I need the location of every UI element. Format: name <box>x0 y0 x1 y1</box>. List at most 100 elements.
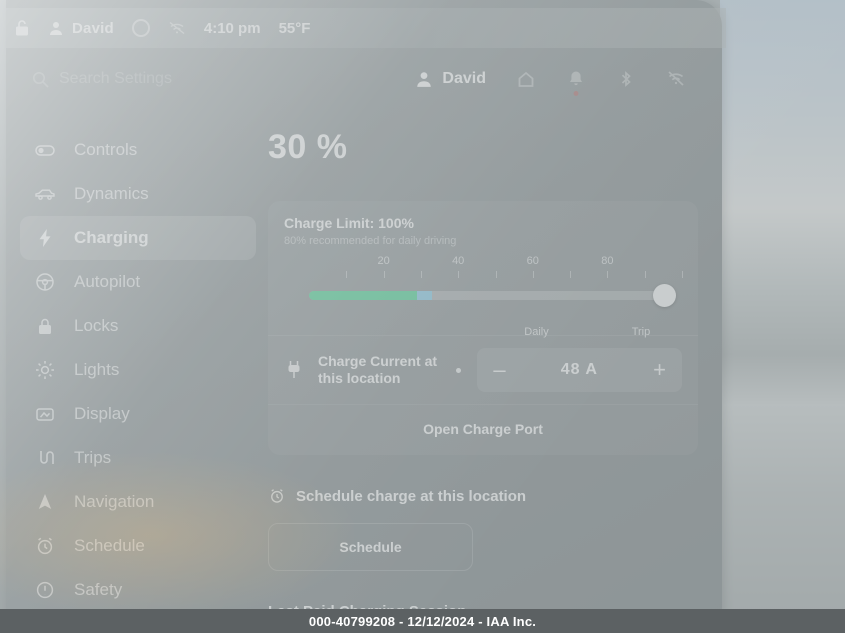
status-driver-profile[interactable]: David <box>48 20 114 37</box>
slider-tick-label: 20 <box>377 255 390 267</box>
charging-panel: 30 % Charge Limit: 100% 80% recommended … <box>268 128 698 633</box>
slider-tick-mark <box>458 271 460 278</box>
slider-fill-charge <box>309 291 418 300</box>
auction-watermark-text: 000-40799208 - 12/12/2024 - IAA Inc. <box>308 613 537 629</box>
auction-watermark: 000-40799208 - 12/12/2024 - IAA Inc. <box>0 609 845 633</box>
sidebar-label: Schedule <box>74 536 145 555</box>
sidebar-item-schedule[interactable]: Schedule <box>20 524 256 568</box>
slider-tick-mark <box>383 271 385 278</box>
status-temperature: 55°F <box>278 19 311 37</box>
slider-tick-mark <box>420 271 422 278</box>
alarm-clock-icon <box>34 535 56 557</box>
charge-plug-icon <box>288 361 300 378</box>
slider-mode-label: Daily <box>524 326 549 338</box>
status-time: 4:10 pm <box>203 19 261 37</box>
schedule-charge-label: Schedule charge at this location <box>296 487 527 505</box>
sidebar-item-charging[interactable]: Charging <box>20 216 256 260</box>
display-screen-icon <box>34 403 56 425</box>
wifi-off-icon[interactable] <box>666 69 686 89</box>
charge-current-row: Charge Current at this location – 48 A + <box>284 336 682 404</box>
person-icon <box>417 72 432 87</box>
charge-current-label: Charge Current at this location <box>318 352 438 387</box>
charge-current-stepper[interactable]: – 48 A + <box>477 348 682 392</box>
car-side-icon <box>34 183 56 205</box>
status-bar: David 4:10 pm 55°F <box>6 8 726 48</box>
search-icon <box>32 71 49 88</box>
charge-limit-slider[interactable]: 20 40 60 80 Daily Trip <box>284 255 683 338</box>
sidebar-item-locks[interactable]: Locks <box>20 304 256 348</box>
settings-header: Search Settings David <box>6 56 726 102</box>
sidebar-label: Autopilot <box>74 272 141 291</box>
slider-mode-labels: Daily Trip <box>284 326 682 342</box>
winding-road-icon <box>34 447 56 469</box>
sidebar-item-lights[interactable]: Lights <box>20 348 256 392</box>
slider-track[interactable] <box>309 284 676 307</box>
sidebar-item-display[interactable]: Display <box>20 392 256 436</box>
sidebar-item-controls[interactable]: Controls <box>20 128 256 172</box>
notification-badge-dot <box>573 91 579 96</box>
padlock-icon <box>34 315 56 337</box>
sidebar-label: Lights <box>74 360 120 379</box>
slider-tick-mark <box>495 271 497 278</box>
sidebar-item-dynamics[interactable]: Dynamics <box>20 172 256 216</box>
charge-limit-card: Charge Limit: 100% 80% recommended for d… <box>268 201 698 455</box>
sidebar-item-trips[interactable]: Trips <box>20 436 256 480</box>
slider-fill-blue <box>417 291 432 300</box>
sidebar-label: Trips <box>74 448 112 467</box>
bluetooth-icon[interactable] <box>616 69 636 89</box>
slider-tick-label: 40 <box>452 255 465 267</box>
slider-tick-marks <box>284 271 683 280</box>
status-wifi-off-icon[interactable] <box>168 21 186 35</box>
slider-tick-label: 60 <box>526 255 539 267</box>
sidebar-label: Controls <box>74 140 138 159</box>
sidebar-item-safety[interactable]: Safety <box>20 568 256 612</box>
warning-circle-icon <box>34 579 56 601</box>
sun-brightness-icon <box>34 359 56 381</box>
camera-record-icon[interactable] <box>131 19 150 37</box>
home-icon[interactable] <box>516 69 536 89</box>
steering-wheel-icon <box>34 271 56 293</box>
touchscreen-ui: David 4:10 pm 55°F Search Settings David… <box>6 0 726 633</box>
open-charge-port-button[interactable]: Open Charge Port <box>268 404 698 455</box>
header-profile-button[interactable]: David <box>415 70 486 88</box>
schedule-charge-heading: Schedule charge at this location <box>268 487 698 505</box>
slider-handle[interactable] <box>653 284 676 307</box>
alarm-clock-icon <box>271 489 283 503</box>
sidebar-item-autopilot[interactable]: Autopilot <box>20 260 256 304</box>
slider-tick-mark <box>570 271 572 278</box>
header-icon-group: David <box>415 69 686 96</box>
search-settings-field[interactable]: Search Settings <box>32 70 262 88</box>
slider-tick-mark <box>346 271 348 278</box>
sidebar-label: Charging <box>74 228 149 247</box>
charge-limit-title: Charge Limit: 100% <box>284 215 414 231</box>
navigation-arrow-icon <box>34 491 56 513</box>
lightning-bolt-icon <box>34 227 56 249</box>
settings-sidebar: Controls Dynamics Charging Autopilot Loc… <box>20 128 256 612</box>
status-driver-name: David <box>72 19 114 37</box>
sidebar-label: Navigation <box>74 492 155 511</box>
decrease-current-button[interactable]: – <box>493 359 505 381</box>
touchscreen-bezel: David 4:10 pm 55°F Search Settings David… <box>6 0 726 633</box>
slider-tick-mark <box>644 271 646 278</box>
toggle-switch-icon <box>34 139 56 161</box>
charge-limit-note: 80% recommended for daily driving <box>284 235 457 247</box>
slider-tick-label: 80 <box>601 255 614 267</box>
state-of-charge: 30 % <box>268 128 348 166</box>
charge-current-value: 48 A <box>560 361 598 378</box>
bell-icon[interactable] <box>566 69 586 96</box>
sidebar-item-navigation[interactable]: Navigation <box>20 480 256 524</box>
photo-of-vehicle-touchscreen: David 4:10 pm 55°F Search Settings David… <box>0 0 845 633</box>
charge-current-status-dot <box>456 367 462 373</box>
sidebar-label: Dynamics <box>74 184 149 203</box>
slider-tick-mark <box>607 271 609 278</box>
sidebar-label: Locks <box>74 316 119 335</box>
window-view-right <box>720 0 845 633</box>
increase-current-button[interactable]: + <box>653 359 666 381</box>
sidebar-label: Display <box>74 404 130 423</box>
schedule-button[interactable]: Schedule <box>268 523 473 571</box>
status-lock-icon[interactable] <box>14 19 30 37</box>
header-profile-name: David <box>442 70 486 87</box>
sidebar-label: Safety <box>74 580 123 599</box>
search-placeholder: Search Settings <box>59 70 172 87</box>
slider-tick-mark <box>532 271 534 278</box>
